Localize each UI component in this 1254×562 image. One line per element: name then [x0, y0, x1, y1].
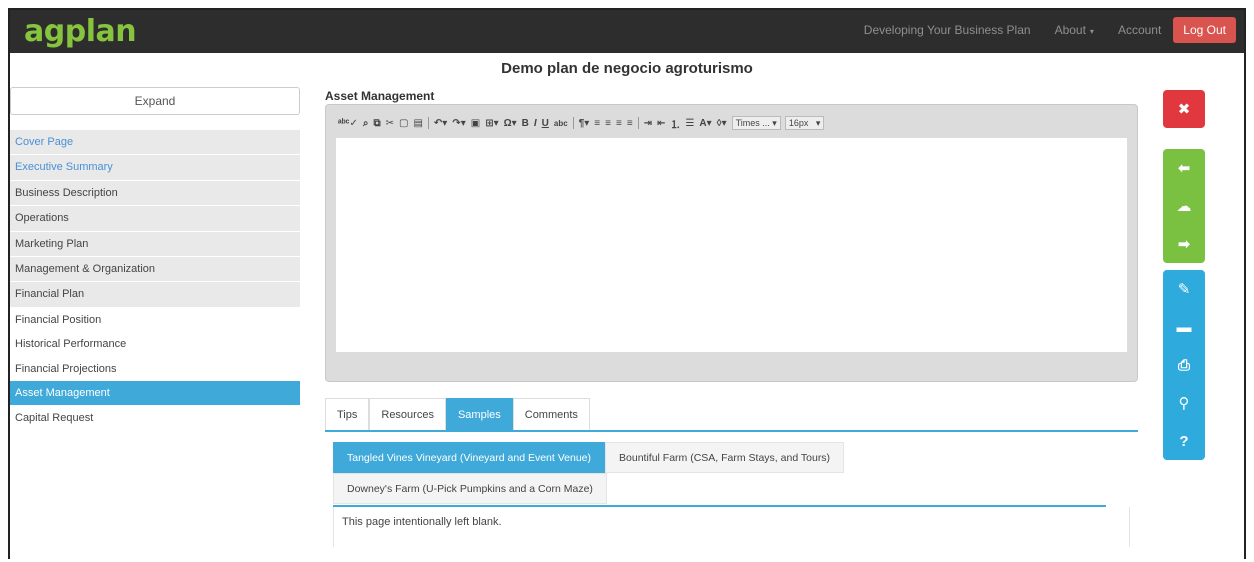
sidebar-item-financial-position[interactable]: Financial Position: [10, 307, 300, 333]
sample-tab-bountiful-farm[interactable]: Bountiful Farm (CSA, Farm Stays, and Tou…: [605, 442, 845, 473]
nav-links: Developing Your Business Plan About ▾ Acc…: [840, 17, 1236, 43]
bold-icon[interactable]: B: [522, 118, 529, 129]
font-size-value: 16px: [788, 118, 809, 128]
underline-icon[interactable]: U: [542, 118, 549, 129]
align-center-icon[interactable]: ≡: [605, 118, 611, 129]
paperclip-icon: ⚲: [1178, 395, 1190, 412]
indent-icon[interactable]: ⇥: [644, 118, 652, 129]
strikethrough-icon[interactable]: abc: [554, 119, 568, 128]
info-tabs: Tips Resources Samples Comments: [325, 398, 1138, 432]
redo-icon[interactable]: ↷▾: [452, 118, 465, 129]
toolbar-separator: [637, 117, 639, 129]
close-icon: ✖: [1177, 101, 1191, 118]
help-icon: ?: [1179, 432, 1189, 450]
sample-tab-downeys-farm[interactable]: Downey's Farm (U-Pick Pumpkins and a Cor…: [333, 473, 607, 504]
sample-tabs-row-2: Downey's Farm (U-Pick Pumpkins and a Cor…: [333, 473, 1130, 504]
italic-icon[interactable]: I: [534, 118, 537, 129]
close-button[interactable]: ✖: [1163, 90, 1205, 128]
pencil-icon: ✎: [1177, 281, 1191, 298]
tab-tips[interactable]: Tips: [325, 398, 370, 430]
font-size-select[interactable]: 16px ▾: [784, 116, 825, 130]
toolbar-separator: [427, 117, 429, 129]
sidebar-item-capital-request[interactable]: Capital Request: [10, 405, 300, 431]
toolbar-separator: [572, 117, 574, 129]
expand-button[interactable]: Expand: [10, 87, 300, 115]
sidebar-item-operations[interactable]: Operations: [10, 206, 300, 232]
sidebar-item-cover-page[interactable]: Cover Page: [10, 130, 300, 156]
tab-samples[interactable]: Samples: [445, 398, 513, 430]
font-family-value: Times ...: [735, 118, 770, 128]
image-icon[interactable]: ▣: [471, 118, 480, 129]
spellcheck-icon[interactable]: ᵃᵇᶜ✓: [338, 118, 358, 129]
samples-panel: Tangled Vines Vineyard (Vineyard and Eve…: [333, 442, 1130, 562]
sidebar-item-financial-plan[interactable]: Financial Plan: [10, 282, 300, 308]
sidebar-item-marketing-plan[interactable]: Marketing Plan: [10, 231, 300, 257]
sidebar-item-business-description[interactable]: Business Description: [10, 180, 300, 207]
numbered-list-icon[interactable]: ⒈: [670, 116, 680, 131]
bullet-list-icon[interactable]: ☰: [685, 118, 694, 129]
comment-button[interactable]: ▬: [1163, 308, 1205, 346]
page-title: Demo plan de negocio agroturismo: [501, 60, 753, 77]
arrow-left-icon: ⬅: [1177, 160, 1191, 177]
logout-button[interactable]: Log Out: [1173, 17, 1236, 43]
undo-icon[interactable]: ↶▾: [434, 118, 447, 129]
font-family-select[interactable]: Times ... ▾: [731, 116, 781, 130]
copy-icon[interactable]: ⧉: [373, 118, 380, 129]
nav-link-about[interactable]: About ▾: [1055, 23, 1094, 37]
print-icon: ⎙: [1177, 356, 1190, 374]
highlight-icon[interactable]: ◊▾: [717, 118, 727, 129]
attach-button[interactable]: ⚲: [1163, 384, 1205, 422]
action-toolbar: ✖ ⬅ ☁ ➡ ✎ ▬ ⎙ ⚲ ?: [1163, 90, 1205, 460]
align-justify-icon[interactable]: ≡: [627, 118, 633, 129]
rich-text-editor: ᵃᵇᶜ✓ ⌕ ⧉ ✂ ▢ ▤ ↶▾ ↷▾ ▣ ⊞▾ Ω▾ B I U abc ¶…: [325, 104, 1138, 382]
print-button[interactable]: ⎙: [1163, 346, 1205, 384]
nav-link-developing[interactable]: Developing Your Business Plan: [864, 23, 1031, 37]
navbar: agplan Developing Your Business Plan Abo…: [10, 10, 1244, 53]
help-button[interactable]: ?: [1163, 422, 1205, 460]
cut-icon[interactable]: ✂: [386, 118, 394, 129]
paragraph-icon[interactable]: ¶▾: [579, 118, 590, 129]
sidebar-item-asset-management[interactable]: Asset Management: [10, 381, 300, 406]
save-button[interactable]: ☁: [1163, 187, 1205, 225]
editor-label: Asset Management: [325, 89, 435, 103]
nav-link-about-label: About: [1054, 23, 1086, 37]
tab-comments[interactable]: Comments: [512, 398, 590, 430]
editor-toolbar: ᵃᵇᶜ✓ ⌕ ⧉ ✂ ▢ ▤ ↶▾ ↷▾ ▣ ⊞▾ Ω▾ B I U abc ¶…: [338, 115, 828, 131]
table-icon[interactable]: ⊞▾: [485, 118, 498, 129]
paste-icon[interactable]: ▢: [399, 118, 408, 129]
comment-icon: ▬: [1176, 318, 1192, 336]
sidebar-item-historical-performance[interactable]: Historical Performance: [10, 332, 300, 357]
edit-button[interactable]: ✎: [1163, 270, 1205, 308]
previous-section-button[interactable]: ⬅: [1163, 149, 1205, 187]
tab-resources[interactable]: Resources: [369, 398, 446, 430]
special-char-icon[interactable]: Ω▾: [504, 118, 517, 129]
sample-body-text: This page intentionally left blank.: [333, 507, 1130, 547]
cloud-upload-icon: ☁: [1176, 198, 1192, 215]
sidebar-item-management-organization[interactable]: Management & Organization: [10, 256, 300, 283]
find-icon[interactable]: ⌕: [363, 118, 369, 129]
align-left-icon[interactable]: ≡: [594, 118, 600, 129]
sidebar: Expand Cover Page Executive Summary Busi…: [10, 87, 300, 431]
agplan-logo[interactable]: agplan: [24, 14, 137, 49]
caret-down-icon: ▾: [1089, 27, 1094, 36]
section-menu: Cover Page Executive Summary Business De…: [10, 130, 300, 431]
next-section-button[interactable]: ➡: [1163, 225, 1205, 263]
sidebar-item-financial-projections[interactable]: Financial Projections: [10, 356, 300, 382]
sample-tab-tangled-vines[interactable]: Tangled Vines Vineyard (Vineyard and Eve…: [333, 442, 606, 473]
editor-text-area[interactable]: [336, 138, 1127, 352]
font-color-icon[interactable]: A▾: [699, 118, 711, 129]
align-right-icon[interactable]: ≡: [616, 118, 622, 129]
paste-text-icon[interactable]: ▤: [413, 118, 422, 129]
outdent-icon[interactable]: ⇤: [657, 118, 665, 129]
sidebar-item-executive-summary[interactable]: Executive Summary: [10, 155, 300, 181]
nav-link-account[interactable]: Account: [1118, 23, 1161, 37]
sample-tabs-row-1: Tangled Vines Vineyard (Vineyard and Eve…: [333, 442, 1130, 473]
arrow-right-icon: ➡: [1177, 236, 1191, 253]
